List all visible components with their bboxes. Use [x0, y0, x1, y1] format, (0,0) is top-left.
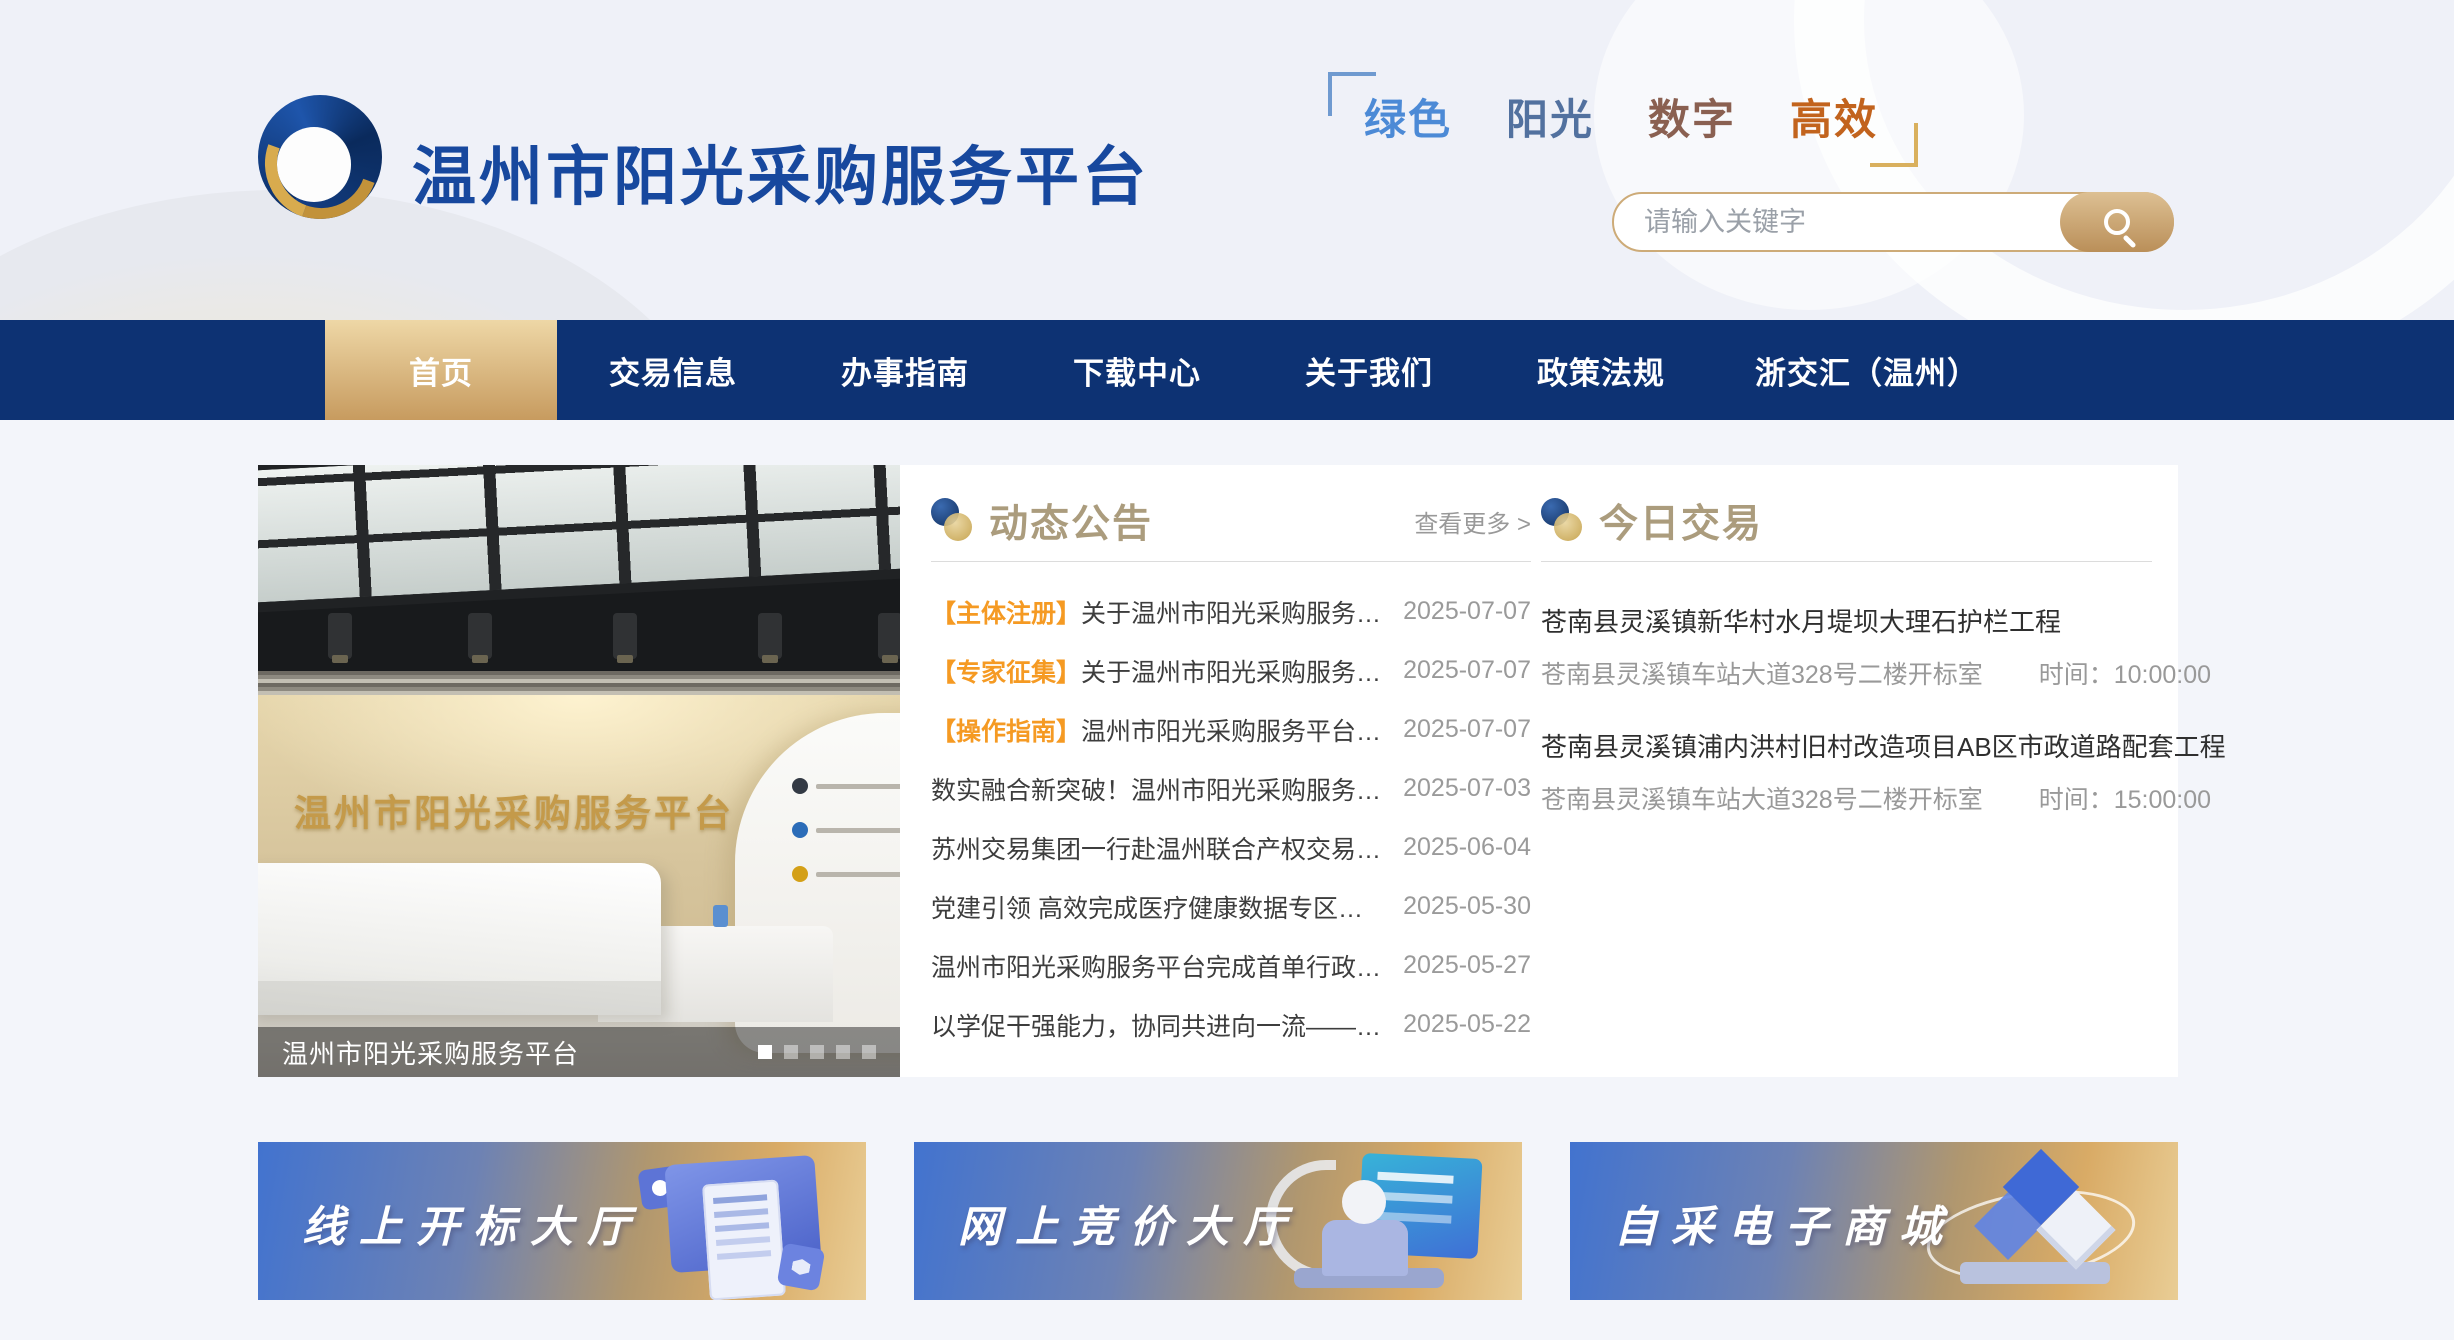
quick-entry-banners: 线上开标大厅 网上竞价大厅 自采电子商城: [258, 1142, 2178, 1300]
slogan-word-efficient: 高效: [1790, 86, 1878, 147]
news-title: 关于温州市阳光采购服务平台...: [1081, 653, 1387, 689]
announcements-list: 【主体注册】 关于温州市阳光采购服务平台... 2025-07-07 【专家征集…: [931, 582, 1531, 1054]
trade-item[interactable]: 苍南县灵溪镇浦内洪村旧村改造项目AB区市政道路配套工程 苍南县灵溪镇车站大道32…: [1541, 727, 2152, 816]
news-item[interactable]: 以学促干强能力，协同共进向一流——公司... 2025-05-22: [931, 995, 1531, 1054]
news-title: 关于温州市阳光采购服务平台...: [1081, 594, 1387, 630]
news-date: 2025-06-04: [1387, 833, 1531, 862]
trade-title: 苍南县灵溪镇新华村水月堤坝大理石护栏工程: [1541, 602, 2152, 639]
carousel-dots: [758, 1045, 876, 1059]
nav-item-download[interactable]: 下载中心: [1021, 320, 1253, 420]
page: 温州市阳光采购服务平台 绿色 阳光 数字 高效 首页 交易信息 办事指南 下: [0, 0, 2454, 1340]
news-tag: 【专家征集】: [931, 653, 1081, 689]
announcements-title: 动态公告: [989, 493, 1153, 549]
news-title: 温州市阳光采购服务平台操作...: [1081, 712, 1387, 748]
announcements-more-link[interactable]: 查看更多 >: [1414, 504, 1531, 539]
news-title: 数实融合新突破！温州市阳光采购服务平台...: [931, 771, 1387, 807]
carousel-wall-sign-text: 温州市阳光采购服务平台: [294, 783, 734, 837]
news-item[interactable]: 苏州交易集团一行赴温州联合产权交易中心... 2025-06-04: [931, 818, 1531, 877]
panel-dual-circle-icon: [1541, 498, 1587, 544]
search-input[interactable]: [1614, 194, 2060, 250]
search-button[interactable]: [2060, 192, 2174, 252]
partner-logo: [792, 777, 900, 795]
news-date: 2025-07-07: [1387, 656, 1531, 685]
panel-dual-circle-icon: [931, 498, 977, 544]
banner-label: 自采电子商城: [1614, 1192, 1956, 1254]
track-light: [468, 613, 492, 659]
nav-item-trade-info[interactable]: 交易信息: [557, 320, 789, 420]
banner-online-bid-opening-hall[interactable]: 线上开标大厅: [258, 1142, 866, 1300]
carousel-photo-cup: [713, 905, 728, 927]
news-date: 2025-05-22: [1387, 1010, 1531, 1039]
nav-item-policy[interactable]: 政策法规: [1485, 320, 1717, 420]
news-date: 2025-07-07: [1387, 597, 1531, 626]
today-trades-list: 苍南县灵溪镇新华村水月堤坝大理石护栏工程 苍南县灵溪镇车站大道328号二楼开标室…: [1541, 602, 2152, 816]
slogan-word-sunshine: 阳光: [1506, 86, 1594, 147]
carousel-dot-5[interactable]: [862, 1045, 876, 1059]
carousel-photo-lightstrip: [258, 671, 900, 695]
banner-label: 网上竞价大厅: [958, 1192, 1300, 1254]
news-tag: 【主体注册】: [931, 594, 1081, 630]
today-trades-panel: 今日交易 苍南县灵溪镇新华村水月堤坝大理石护栏工程 苍南县灵溪镇车站大道328号…: [1541, 495, 2152, 852]
nav-item-guide[interactable]: 办事指南: [789, 320, 1021, 420]
today-trades-title: 今日交易: [1599, 493, 1763, 549]
trade-location: 苍南县灵溪镇车站大道328号二楼开标室: [1541, 780, 1983, 816]
news-item[interactable]: 【操作指南】 温州市阳光采购服务平台操作... 2025-07-07: [931, 700, 1531, 759]
header: 温州市阳光采购服务平台 绿色 阳光 数字 高效: [0, 0, 2454, 320]
carousel-dot-2[interactable]: [784, 1045, 798, 1059]
slogan-word-digital: 数字: [1648, 86, 1736, 147]
news-date: 2025-05-30: [1387, 892, 1531, 921]
nav-item-zhejiaohui[interactable]: 浙交汇（温州）: [1717, 320, 2017, 420]
partner-logo: [792, 865, 900, 883]
carousel[interactable]: 温州市阳光采购服务平台 温州市阳光采购服务平台: [258, 465, 900, 1077]
trade-location: 苍南县灵溪镇车站大道328号二楼开标室: [1541, 655, 1983, 691]
banner-online-bidding-hall[interactable]: 网上竞价大厅: [914, 1142, 1522, 1300]
announcements-panel: 动态公告 查看更多 > 【主体注册】 关于温州市阳光采购服务平台... 2025…: [931, 495, 1531, 1054]
search-bar: [1612, 192, 2174, 252]
site-logo-icon[interactable]: [258, 95, 382, 219]
news-date: 2025-05-27: [1387, 951, 1531, 980]
trade-item[interactable]: 苍南县灵溪镇新华村水月堤坝大理石护栏工程 苍南县灵溪镇车站大道328号二楼开标室…: [1541, 602, 2152, 691]
news-item[interactable]: 党建引领 高效完成医疗健康数据专区招标... 2025-05-30: [931, 877, 1531, 936]
partner-logo: [792, 821, 900, 839]
carousel-photo-ceiling: [258, 465, 900, 614]
carousel-photo-desk: [258, 863, 661, 1015]
nav-item-home[interactable]: 首页: [325, 320, 557, 420]
carousel-dot-1[interactable]: [758, 1045, 772, 1059]
divider: [1541, 561, 2152, 562]
carousel-caption-bar: 温州市阳光采购服务平台: [258, 1027, 900, 1077]
trade-time: 时间：10:00:00: [2039, 655, 2211, 691]
carousel-dot-4[interactable]: [836, 1045, 850, 1059]
track-light: [878, 613, 900, 659]
carousel-dot-3[interactable]: [810, 1045, 824, 1059]
banner-label: 线上开标大厅: [302, 1192, 644, 1254]
main-nav: 首页 交易信息 办事指南 下载中心 关于我们 政策法规 浙交汇（温州）: [0, 320, 2454, 420]
news-item[interactable]: 温州市阳光采购服务平台完成首单行政事业... 2025-05-27: [931, 936, 1531, 995]
divider: [931, 561, 1531, 562]
site-title: 温州市阳光采购服务平台: [412, 126, 1149, 218]
slogan-bracket-bottom-right: [1870, 123, 1918, 167]
news-title: 以学促干强能力，协同共进向一流——公司...: [931, 1007, 1387, 1043]
news-item[interactable]: 数实融合新突破！温州市阳光采购服务平台... 2025-07-03: [931, 759, 1531, 818]
carousel-caption: 温州市阳光采购服务平台: [282, 1034, 579, 1071]
news-date: 2025-07-07: [1387, 715, 1531, 744]
news-title: 党建引领 高效完成医疗健康数据专区招标...: [931, 889, 1387, 925]
news-item[interactable]: 【专家征集】 关于温州市阳光采购服务平台... 2025-07-07: [931, 641, 1531, 700]
nav-item-about[interactable]: 关于我们: [1253, 320, 1485, 420]
track-light: [613, 613, 637, 659]
news-date: 2025-07-03: [1387, 774, 1531, 803]
main-content-card: 温州市阳光采购服务平台 温州市阳光采购服务平台 动态公告: [258, 465, 2178, 1077]
news-item[interactable]: 【主体注册】 关于温州市阳光采购服务平台... 2025-07-07: [931, 582, 1531, 641]
news-title: 苏州交易集团一行赴温州联合产权交易中心...: [931, 830, 1387, 866]
news-title: 温州市阳光采购服务平台完成首单行政事业...: [931, 948, 1387, 984]
news-tag: 【操作指南】: [931, 712, 1081, 748]
track-light: [328, 613, 352, 659]
search-icon: [2104, 209, 2130, 235]
track-light: [758, 613, 782, 659]
trade-time: 时间：15:00:00: [2039, 780, 2211, 816]
slogan-bracket-top-left: [1328, 72, 1376, 116]
banner-self-procurement-mall[interactable]: 自采电子商城: [1570, 1142, 2178, 1300]
trade-title: 苍南县灵溪镇浦内洪村旧村改造项目AB区市政道路配套工程: [1541, 727, 2152, 764]
slogan-word-green: 绿色: [1364, 86, 1452, 147]
slogan: 绿色 阳光 数字 高效: [1364, 86, 1878, 147]
